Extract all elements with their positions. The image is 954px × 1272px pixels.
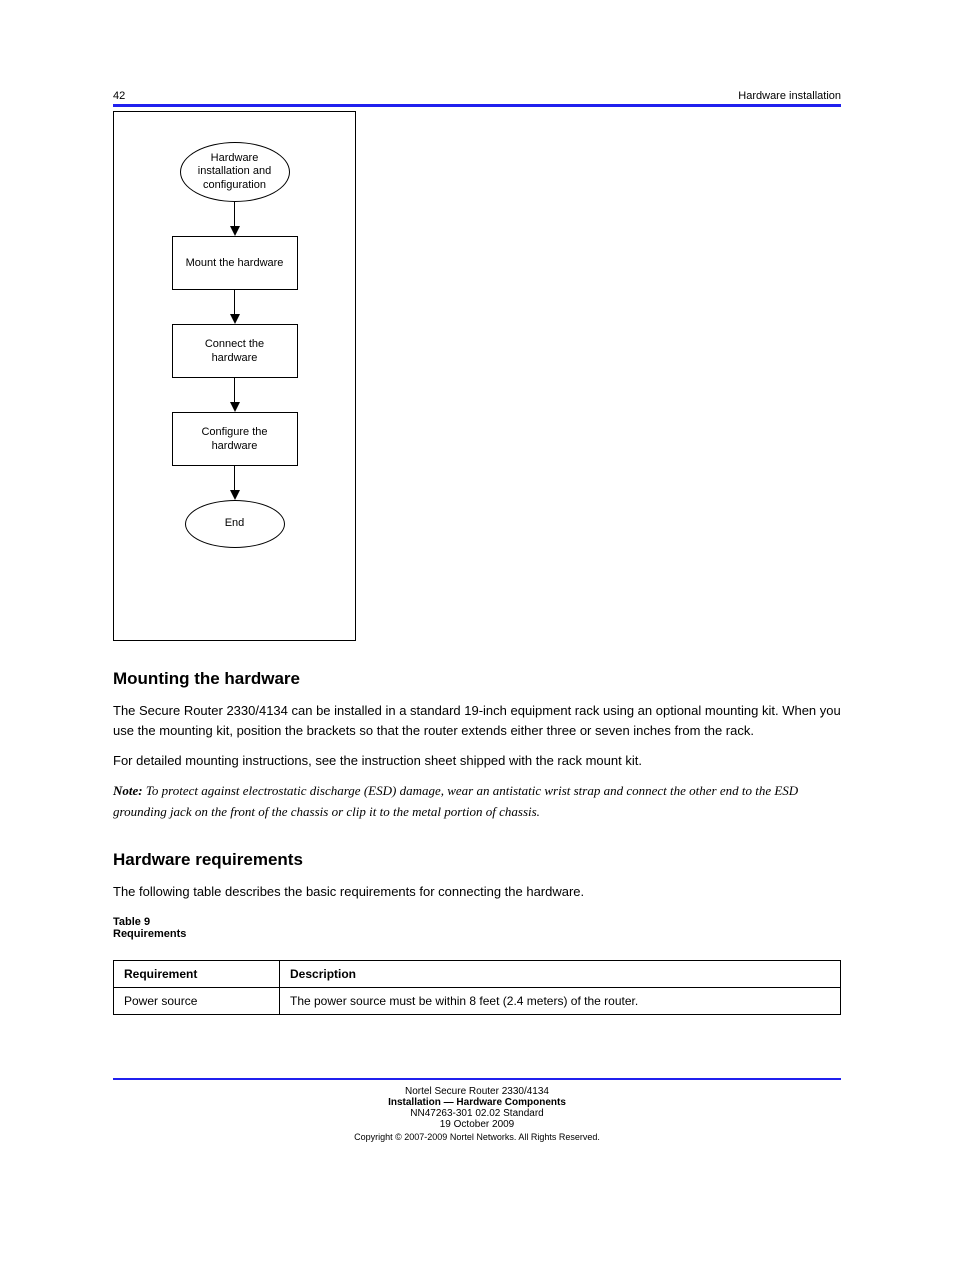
requirements-table: Requirement Description Power source The… (113, 960, 841, 1015)
footer-date: 19 October 2009 (440, 1119, 515, 1130)
table-cell: Power source (114, 987, 280, 1014)
page: 42 Hardware installation Hardware instal… (0, 0, 954, 1272)
flowchart-arrow (234, 378, 236, 412)
flowchart-arrow (234, 466, 236, 500)
footer-doc-meta: NN47263-301 02.02 Standard (410, 1108, 543, 1119)
paragraph: The following table describes the basic … (113, 882, 841, 902)
header-rule (113, 104, 841, 107)
flowchart-start-terminator: Hardware installation and configuration (180, 142, 290, 202)
table-row: Power source The power source must be wi… (114, 987, 841, 1014)
section-title: Hardware requirements (113, 850, 841, 870)
footer-rule (113, 1078, 841, 1080)
page-header: 42 Hardware installation (113, 90, 841, 102)
note-text: To protect against electrostatic dischar… (113, 783, 798, 818)
table-caption-title: Requirements (113, 928, 841, 940)
flowchart-step: Mount the hardware (172, 236, 298, 290)
flowchart-figure: Hardware installation and configuration … (113, 111, 356, 641)
flowchart-start-label: Hardware installation and configuration (191, 152, 279, 192)
flowchart-end-terminator: End (185, 500, 285, 548)
paragraph: For detailed mounting instructions, see … (113, 751, 841, 771)
section-mounting: Mounting the hardware The Secure Router … (113, 669, 841, 822)
table-header-cell: Description (280, 960, 841, 987)
note-label: Note: (113, 783, 143, 798)
paragraph: The Secure Router 2330/4134 can be insta… (113, 701, 841, 741)
flowchart-step-label: Connect the hardware (183, 337, 287, 366)
footer-product: Nortel Secure Router 2330/4134 (405, 1086, 549, 1097)
table-caption-number: Table 9 (113, 916, 841, 928)
page-footer: Nortel Secure Router 2330/4134 Installat… (113, 1078, 841, 1142)
flowchart-arrow (234, 290, 236, 324)
flowchart-arrow (234, 202, 236, 236)
table-header-cell: Requirement (114, 960, 280, 987)
footer-doc-title: Installation — Hardware Components (388, 1097, 566, 1108)
section-title: Mounting the hardware (113, 669, 841, 689)
table-cell: The power source must be within 8 feet (… (280, 987, 841, 1014)
flowchart-step-label: Mount the hardware (186, 256, 284, 270)
flowchart-step: Configure the hardware (172, 412, 298, 466)
table-caption: Table 9 Requirements (113, 916, 841, 940)
flowchart-step-label: Configure the hardware (183, 425, 287, 454)
note-paragraph: Note: To protect against electrostatic d… (113, 781, 841, 821)
page-number: 42 (113, 90, 125, 102)
flowchart-end-label: End (225, 517, 245, 530)
table-header-row: Requirement Description (114, 960, 841, 987)
section-requirements: Hardware requirements The following tabl… (113, 850, 841, 1015)
page-header-title: Hardware installation (738, 90, 841, 102)
footer-copyright: Copyright © 2007-2009 Nortel Networks. A… (354, 1132, 600, 1142)
flowchart-step: Connect the hardware (172, 324, 298, 378)
